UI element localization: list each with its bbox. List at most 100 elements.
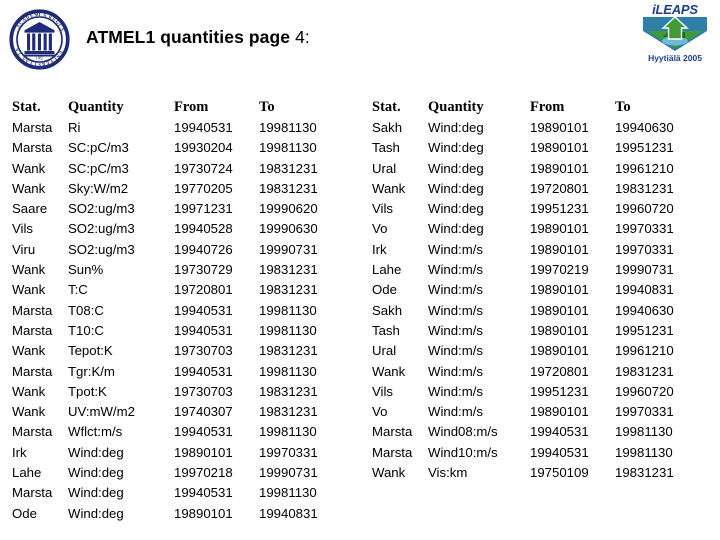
cell-from: 19890101 [530, 302, 589, 318]
ileaps-caption-text: Hyytiälä 2005 [648, 53, 702, 63]
cell-to: 19831231 [615, 180, 674, 196]
table-row: Vils Wind:m/s 19951231 19960720 [372, 382, 700, 402]
cell-to: 19831231 [259, 160, 318, 176]
cell-from: 19890101 [174, 444, 233, 460]
cell-quantity: Wind08:m/s [428, 424, 498, 440]
cell-stat: Wank [12, 343, 46, 359]
cell-stat: Ode [12, 505, 37, 521]
cell-to: 19831231 [259, 180, 318, 196]
table-row: Marsta T10:C 19940531 19981130 [12, 321, 344, 341]
cell-to: 19831231 [259, 383, 318, 399]
cell-from: 19720801 [530, 180, 589, 196]
cell-quantity: SC:pC/m3 [68, 160, 129, 176]
table-row: Wank UV:mW/m2 19740307 19831231 [12, 402, 344, 422]
cell-from: 19970218 [174, 465, 233, 481]
cell-stat: Irk [372, 241, 387, 257]
cell-quantity: Sun% [68, 262, 104, 278]
cell-stat: Wank [372, 363, 406, 379]
cell-to: 19961210 [615, 343, 674, 359]
svg-text:1882: 1882 [36, 57, 43, 61]
cell-from: 19940531 [174, 363, 233, 379]
cell-quantity: Wind:m/s [428, 343, 483, 359]
table-row: Tash Wind:deg 19890101 19951231 [372, 138, 700, 158]
cell-from: 19890101 [174, 505, 233, 521]
cell-stat: Marsta [12, 363, 53, 379]
cell-quantity: Tpot:K [68, 383, 107, 399]
cell-stat: Vo [372, 221, 388, 237]
cell-from: 19890101 [530, 140, 589, 156]
slide-header: 1882 A C A D E M I A R E G I A U N I V E… [0, 0, 720, 84]
cell-stat: Wank [12, 404, 46, 420]
cell-stat: Marsta [372, 444, 413, 460]
cell-to: 19970331 [259, 444, 318, 460]
cell-stat: Wank [12, 262, 46, 278]
cell-to: 19940630 [615, 120, 674, 135]
column-header-stat: Stat. [12, 99, 41, 115]
cell-from: 19970219 [530, 262, 589, 278]
table-row: Wank Sky:W/m2 19770205 19831231 [12, 179, 344, 199]
cell-to: 19981130 [259, 424, 317, 440]
cell-to: 19970331 [615, 241, 674, 257]
cell-stat: Marsta [372, 424, 413, 440]
column-header-to: To [259, 99, 275, 115]
cell-stat: Vils [372, 201, 394, 217]
cell-to: 19940831 [259, 505, 318, 521]
table-row: Vo Wind:deg 19890101 19970331 [372, 219, 700, 239]
cell-to: 19831231 [259, 404, 318, 420]
table-row: Wank Wind:m/s 19720801 19831231 [372, 362, 700, 382]
cell-quantity: Tepot:K [68, 343, 113, 359]
cell-from: 19890101 [530, 322, 589, 338]
cell-stat: Marsta [12, 485, 53, 501]
cell-to: 19981130 [615, 424, 673, 440]
cell-from: 19890101 [530, 221, 589, 237]
cell-stat: Ode [372, 282, 397, 298]
cell-from: 19770205 [174, 180, 233, 196]
cell-stat: Wank [12, 383, 46, 399]
cell-from: 19940726 [174, 241, 233, 257]
table-row: Lahe Wind:deg 19970218 19990731 [12, 463, 344, 483]
cell-stat: Marsta [12, 302, 53, 318]
cell-quantity: Wflct:m/s [68, 424, 123, 440]
cell-stat: Marsta [12, 322, 53, 338]
cell-quantity: Tgr:K/m [68, 363, 115, 379]
table-row: Sakh Wind:deg 19890101 19940630 [372, 118, 700, 138]
page-title-number: 4: [290, 27, 310, 47]
page-title: ATMEL1 quantities page 4: [86, 27, 310, 48]
cell-from: 19890101 [530, 160, 589, 176]
cell-quantity: Wind:deg [428, 160, 484, 176]
cell-quantity: Wind:m/s [428, 282, 483, 298]
cell-stat: Ural [372, 343, 397, 359]
cell-quantity: Wind:deg [428, 120, 484, 135]
table-body-right: Sakh Wind:deg 19890101 19940630 Tash Wind:deg… [372, 118, 700, 483]
cell-stat: Lahe [12, 465, 42, 481]
table-header-row: Stat. Quantity From To [372, 97, 700, 118]
cell-to: 19981130 [259, 302, 317, 318]
cell-from: 19971231 [174, 201, 233, 217]
cell-quantity: Wind:m/s [428, 241, 483, 257]
table-row: Wank Vis:km 19750109 19831231 [372, 463, 700, 483]
column-header-to: To [615, 99, 631, 115]
cell-stat: Wank [12, 282, 46, 298]
cell-quantity: T:C [68, 282, 88, 298]
table-row: Marsta Ri 19940531 19981130 [12, 118, 344, 138]
cell-to: 19990731 [259, 465, 318, 481]
cell-to: 19970331 [615, 221, 674, 237]
cell-quantity: Vis:km [428, 465, 468, 481]
cell-to: 19831231 [615, 363, 674, 379]
cell-from: 19720801 [174, 282, 233, 298]
cell-from: 19890101 [530, 120, 589, 135]
cell-from: 19740307 [174, 404, 233, 420]
cell-stat: Wank [12, 160, 46, 176]
university-seal-logo: 1882 A C A D E M I A R E G I A U N I V E… [9, 9, 70, 70]
table-row: Irk Wind:deg 19890101 19970331 [12, 443, 344, 463]
cell-from: 19940531 [174, 424, 233, 440]
table-row: Vo Wind:m/s 19890101 19970331 [372, 402, 700, 422]
cell-stat: Vo [372, 404, 388, 420]
cell-to: 19940630 [615, 302, 674, 318]
cell-to: 19940831 [615, 282, 674, 298]
cell-from: 19930204 [174, 140, 233, 156]
cell-quantity: SO2:ug/m3 [68, 221, 135, 237]
cell-quantity: Wind:deg [68, 465, 124, 481]
cell-quantity: SO2:ug/m3 [68, 241, 135, 257]
cell-from: 19951231 [530, 383, 589, 399]
